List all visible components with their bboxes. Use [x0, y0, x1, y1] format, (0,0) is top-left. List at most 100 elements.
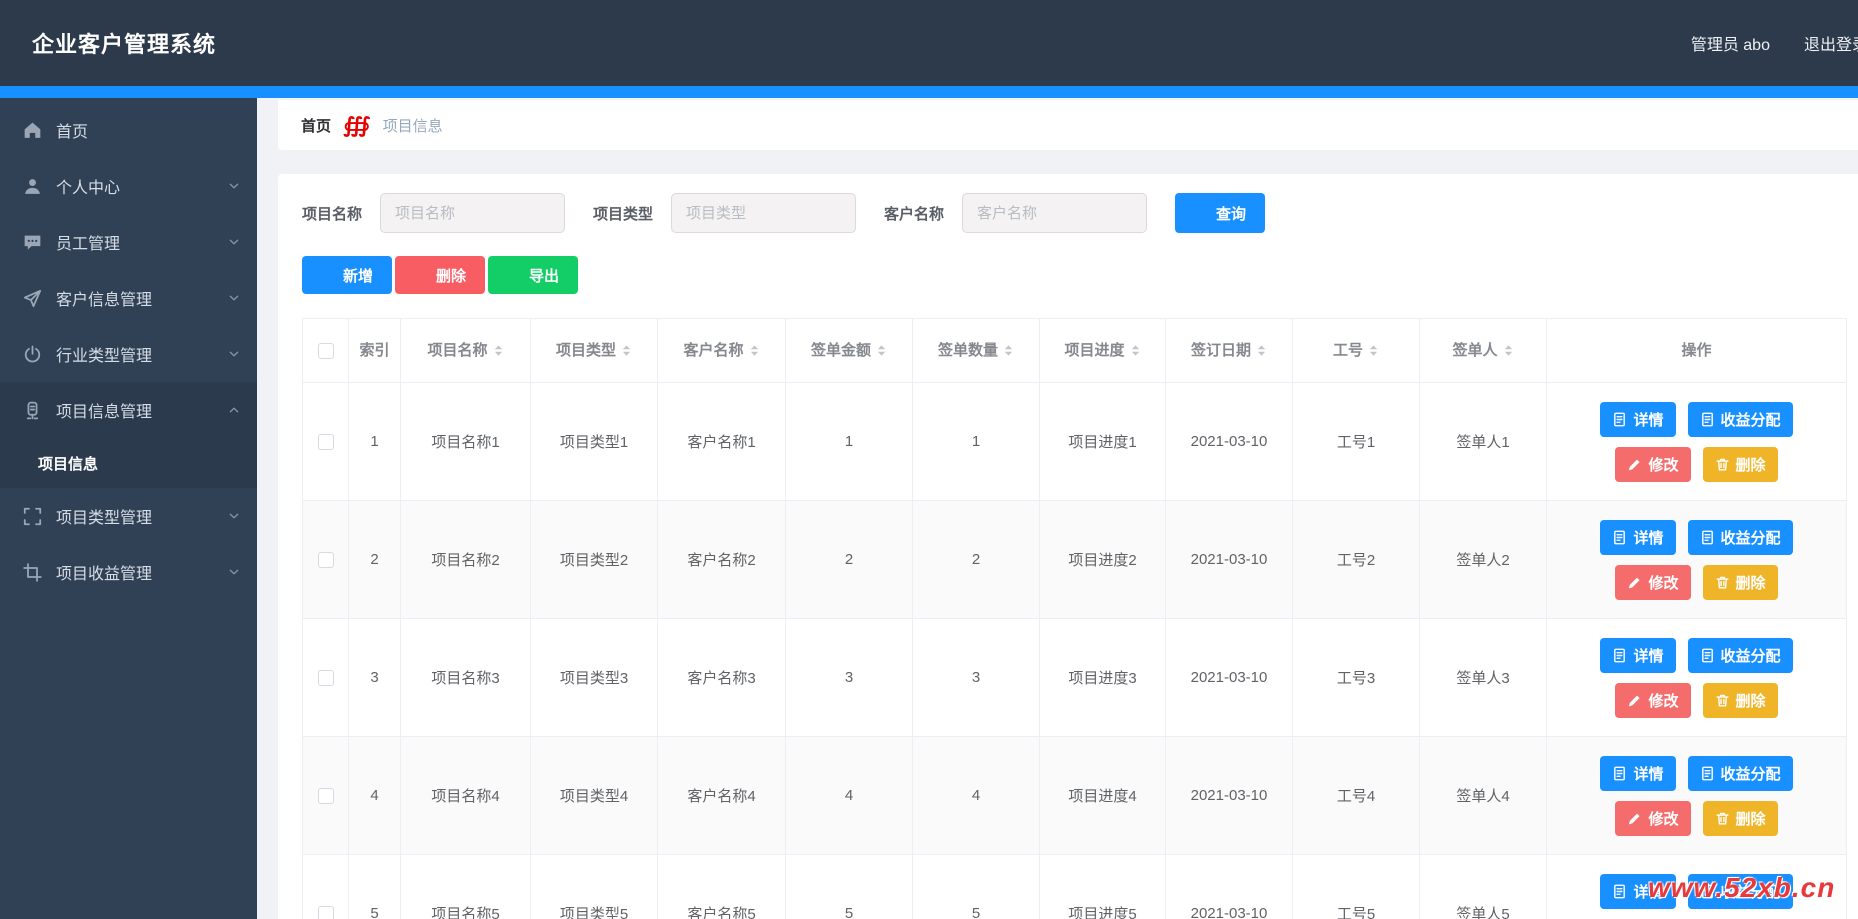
sidebar-item-7[interactable]: 项目收益管理	[0, 544, 257, 600]
edit-button[interactable]: 修改	[1615, 801, 1690, 836]
income-allocate-button[interactable]: 收益分配	[1688, 402, 1793, 437]
table-row: 5项目名称5项目类型5客户名称555项目进度52021-03-10工号5签单人5…	[303, 855, 1847, 919]
column-header-worker[interactable]: 工号	[1293, 319, 1420, 383]
column-header-date[interactable]: 签订日期	[1166, 319, 1293, 383]
sidebar-item-2[interactable]: 员工管理	[0, 214, 257, 270]
field-input-0[interactable]	[380, 193, 565, 233]
add-button[interactable]: 新增	[302, 256, 392, 294]
row-checkbox[interactable]	[318, 788, 334, 804]
crop-icon	[23, 563, 42, 582]
sidebar-item-5[interactable]: 项目信息管理	[0, 382, 257, 438]
row-delete-button[interactable]: 删除	[1703, 683, 1778, 718]
row-checkbox[interactable]	[318, 906, 334, 919]
sidebar-item-1[interactable]: 个人中心	[0, 158, 257, 214]
doc-icon	[1700, 530, 1715, 545]
cell-actions: 详情 收益分配 修改 删除	[1547, 501, 1847, 619]
detail-button[interactable]: 详情	[1600, 874, 1675, 909]
cell-checkbox	[303, 855, 349, 919]
caret-sort-icon[interactable]	[1256, 343, 1267, 358]
column-header-progress[interactable]: 项目进度	[1040, 319, 1166, 383]
field-input-2[interactable]	[962, 193, 1147, 233]
search-icon	[1194, 206, 1209, 221]
detail-button[interactable]: 详情	[1600, 402, 1675, 437]
cell-quantity: 2	[913, 501, 1040, 619]
income-allocate-button[interactable]: 收益分配	[1688, 638, 1793, 673]
cell-date: 2021-03-10	[1166, 737, 1293, 855]
detail-button[interactable]: 详情	[1600, 756, 1675, 791]
cell-amount: 2	[786, 501, 913, 619]
sidebar-item-4[interactable]: 行业类型管理	[0, 326, 257, 382]
row-checkbox[interactable]	[318, 552, 334, 568]
send-icon	[23, 289, 42, 308]
column-header-type[interactable]: 项目类型	[531, 319, 658, 383]
edit-button[interactable]: 修改	[1615, 565, 1690, 600]
cell-date: 2021-03-10	[1166, 501, 1293, 619]
cell-name: 项目名称4	[401, 737, 531, 855]
cell-worker: 工号3	[1293, 619, 1420, 737]
field-input-1[interactable]	[671, 193, 856, 233]
cell-amount: 3	[786, 619, 913, 737]
row-delete-button[interactable]: 删除	[1703, 447, 1778, 482]
column-header-quantity[interactable]: 签单数量	[913, 319, 1040, 383]
income-allocate-button[interactable]: 收益分配	[1688, 874, 1793, 909]
row-delete-button[interactable]: 删除	[1703, 801, 1778, 836]
table-row: 4项目名称4项目类型4客户名称444项目进度42021-03-10工号4签单人4…	[303, 737, 1847, 855]
row-checkbox[interactable]	[318, 670, 334, 686]
breadcrumb-home-link[interactable]: 首页	[301, 115, 331, 136]
caret-sort-icon[interactable]	[749, 343, 760, 358]
sidebar-subitem-5-0[interactable]: 项目信息	[0, 438, 257, 488]
cell-quantity: 1	[913, 383, 1040, 501]
cell-index: 4	[349, 737, 401, 855]
row-checkbox[interactable]	[318, 434, 334, 450]
select-all-checkbox[interactable]	[318, 343, 334, 359]
sidebar-item-3[interactable]: 客户信息管理	[0, 270, 257, 326]
cell-date: 2021-03-10	[1166, 855, 1293, 919]
column-header-signer[interactable]: 签单人	[1420, 319, 1547, 383]
income-allocate-button[interactable]: 收益分配	[1688, 520, 1793, 555]
column-header-amount[interactable]: 签单金额	[786, 319, 913, 383]
export-button[interactable]: 导出	[488, 256, 578, 294]
caret-sort-icon[interactable]	[1130, 343, 1141, 358]
caret-sort-icon[interactable]	[621, 343, 632, 358]
main-area: 首页 ∰ 项目信息 项目名称 项目类型 客户名称 查询	[257, 98, 1858, 919]
caret-sort-icon[interactable]	[1503, 343, 1514, 358]
column-header-customer[interactable]: 客户名称	[658, 319, 786, 383]
table-row: 2项目名称2项目类型2客户名称222项目进度22021-03-10工号2签单人2…	[303, 501, 1847, 619]
mic-icon	[23, 401, 42, 420]
delete-button[interactable]: 删除	[395, 256, 485, 294]
home-icon	[23, 121, 42, 140]
detail-button[interactable]: 详情	[1600, 520, 1675, 555]
caret-sort-icon[interactable]	[493, 343, 504, 358]
column-header-name[interactable]: 项目名称	[401, 319, 531, 383]
cell-progress: 项目进度5	[1040, 855, 1166, 919]
search-button[interactable]: 查询	[1175, 193, 1265, 233]
cell-amount: 4	[786, 737, 913, 855]
chevron-down-icon	[227, 509, 241, 523]
cell-name: 项目名称5	[401, 855, 531, 919]
plus-icon	[321, 268, 336, 283]
current-user[interactable]: 管理员 abo	[1691, 31, 1770, 55]
edit-button[interactable]: 修改	[1615, 683, 1690, 718]
caret-sort-icon[interactable]	[1003, 343, 1014, 358]
income-allocate-button[interactable]: 收益分配	[1688, 756, 1793, 791]
sidebar-item-6[interactable]: 项目类型管理	[0, 488, 257, 544]
logout-link[interactable]: 退出登录	[1804, 31, 1858, 55]
edit-button[interactable]: 修改	[1615, 447, 1690, 482]
cell-quantity: 3	[913, 619, 1040, 737]
sidebar-item-0[interactable]: 首页	[0, 102, 257, 158]
cell-actions: 详情 收益分配 修改 删除	[1547, 619, 1847, 737]
cell-progress: 项目进度3	[1040, 619, 1166, 737]
cell-type: 项目类型1	[531, 383, 658, 501]
trash-icon	[1715, 693, 1730, 708]
pencil-icon	[1627, 693, 1642, 708]
caret-sort-icon[interactable]	[876, 343, 887, 358]
detail-button[interactable]: 详情	[1600, 638, 1675, 673]
caret-sort-icon[interactable]	[1368, 343, 1379, 358]
row-delete-button[interactable]: 删除	[1703, 565, 1778, 600]
top-bar: 企业客户管理系统 管理员 abo 退出登录	[0, 0, 1858, 86]
cell-checkbox	[303, 619, 349, 737]
cell-index: 2	[349, 501, 401, 619]
cell-customer: 客户名称3	[658, 619, 786, 737]
doc-icon	[1700, 412, 1715, 427]
column-header-actions: 操作	[1547, 319, 1847, 383]
